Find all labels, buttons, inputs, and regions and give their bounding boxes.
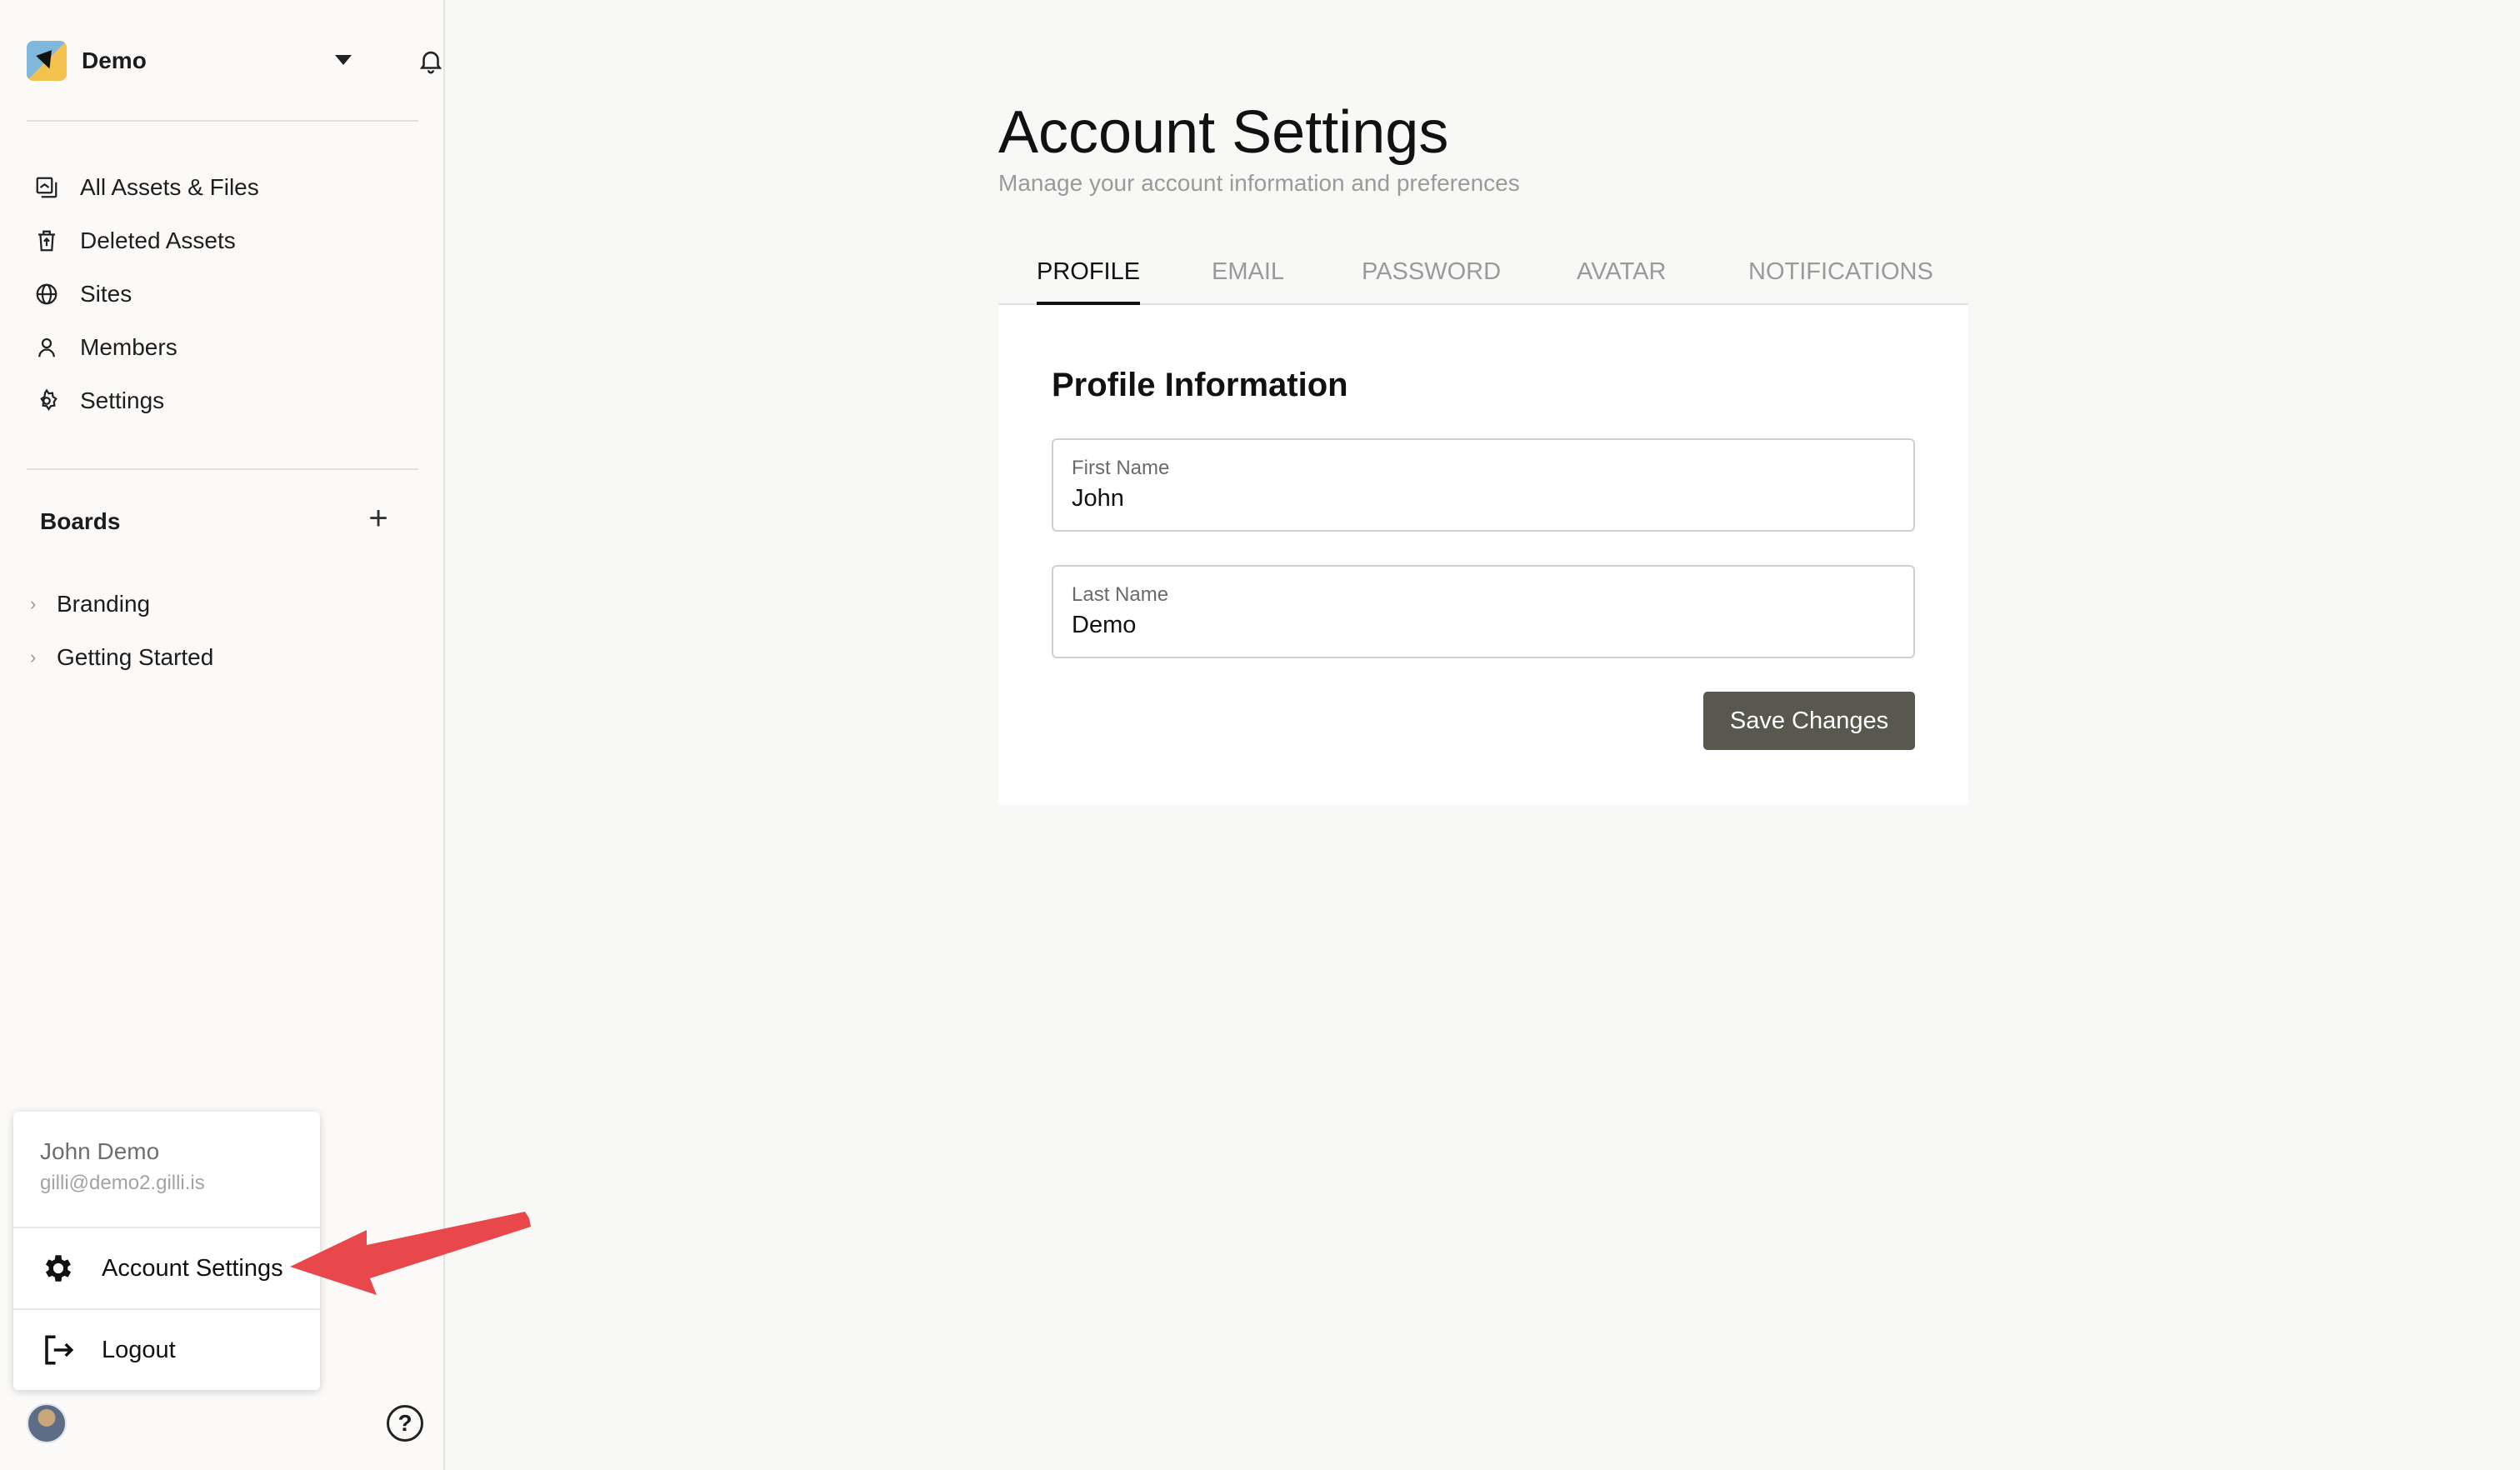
workspace-switcher[interactable]: Demo — [27, 38, 442, 83]
sidebar-item-label: Sites — [80, 281, 132, 307]
page-title: Account Settings — [998, 99, 1449, 166]
trash-icon — [33, 228, 60, 254]
sidebar-divider — [27, 468, 418, 470]
chevron-right-icon[interactable]: › — [30, 593, 42, 615]
files-icon — [33, 174, 60, 201]
sidebar-item-members[interactable]: Members — [33, 327, 417, 368]
gear-icon — [40, 1250, 77, 1287]
logout-icon — [40, 1332, 77, 1368]
first-name-label: First Name — [1072, 457, 1170, 479]
board-item-label: Branding — [57, 591, 151, 617]
gear-icon — [33, 388, 60, 414]
globe-icon — [33, 281, 60, 308]
card-title: Profile Information — [1052, 367, 1348, 403]
menu-item-label: Logout — [102, 1336, 176, 1363]
account-settings-menu-item[interactable]: Account Settings — [13, 1228, 320, 1308]
sidebar-item-label: Members — [80, 334, 178, 360]
person-icon — [33, 334, 60, 361]
user-name: John Demo — [40, 1138, 160, 1164]
sidebar-item-deleted-assets[interactable]: Deleted Assets — [33, 220, 417, 262]
first-name-field[interactable]: First Name — [1052, 438, 1915, 532]
tab-avatar[interactable]: AVATAR — [1577, 258, 1666, 305]
add-board-icon[interactable]: + — [363, 502, 393, 535]
boards-heading: Boards — [40, 508, 121, 534]
annotation-arrow-icon — [290, 1212, 531, 1295]
last-name-label: Last Name — [1072, 583, 1169, 606]
profile-card: Profile Information First Name Last Name… — [998, 305, 1968, 805]
user-email: gilli@demo2.gilli.is — [40, 1172, 205, 1194]
board-item-branding[interactable]: › Branding — [30, 583, 150, 625]
sidebar-item-all-assets[interactable]: All Assets & Files — [33, 167, 417, 208]
sidebar-item-label: All Assets & Files — [80, 174, 259, 200]
bell-icon[interactable] — [417, 47, 445, 75]
avatar[interactable] — [27, 1403, 67, 1443]
board-item-label: Getting Started — [57, 644, 214, 670]
last-name-input[interactable] — [1072, 612, 1888, 639]
last-name-field[interactable]: Last Name — [1052, 565, 1915, 658]
workspace-name: Demo — [82, 48, 147, 73]
workspace-logo — [27, 41, 67, 81]
save-changes-button[interactable]: Save Changes — [1703, 692, 1915, 750]
tab-notifications[interactable]: NOTIFICATIONS — [1748, 258, 1933, 305]
chevron-right-icon[interactable]: › — [30, 647, 42, 668]
tab-email[interactable]: EMAIL — [1212, 258, 1284, 305]
tab-profile[interactable]: PROFILE — [1037, 258, 1141, 305]
first-name-input[interactable] — [1072, 485, 1888, 512]
help-icon[interactable]: ? — [387, 1405, 423, 1442]
sidebar-item-label: Deleted Assets — [80, 228, 236, 253]
menu-item-label: Account Settings — [102, 1254, 283, 1282]
settings-tabs: PROFILE EMAIL PASSWORD AVATAR NOTIFICATI… — [998, 252, 1968, 305]
sidebar-item-settings[interactable]: Settings — [33, 380, 417, 422]
user-menu: John Demo gilli@demo2.gilli.is Account S… — [13, 1112, 320, 1390]
sidebar-divider — [27, 120, 418, 122]
sidebar-item-label: Settings — [80, 388, 165, 413]
chevron-down-icon[interactable] — [335, 55, 352, 65]
page-subtitle: Manage your account information and pref… — [998, 170, 1520, 196]
board-item-getting-started[interactable]: › Getting Started — [30, 637, 213, 678]
sidebar-item-sites[interactable]: Sites — [33, 273, 417, 315]
tab-password[interactable]: PASSWORD — [1362, 258, 1501, 305]
logout-menu-item[interactable]: Logout — [13, 1310, 320, 1390]
